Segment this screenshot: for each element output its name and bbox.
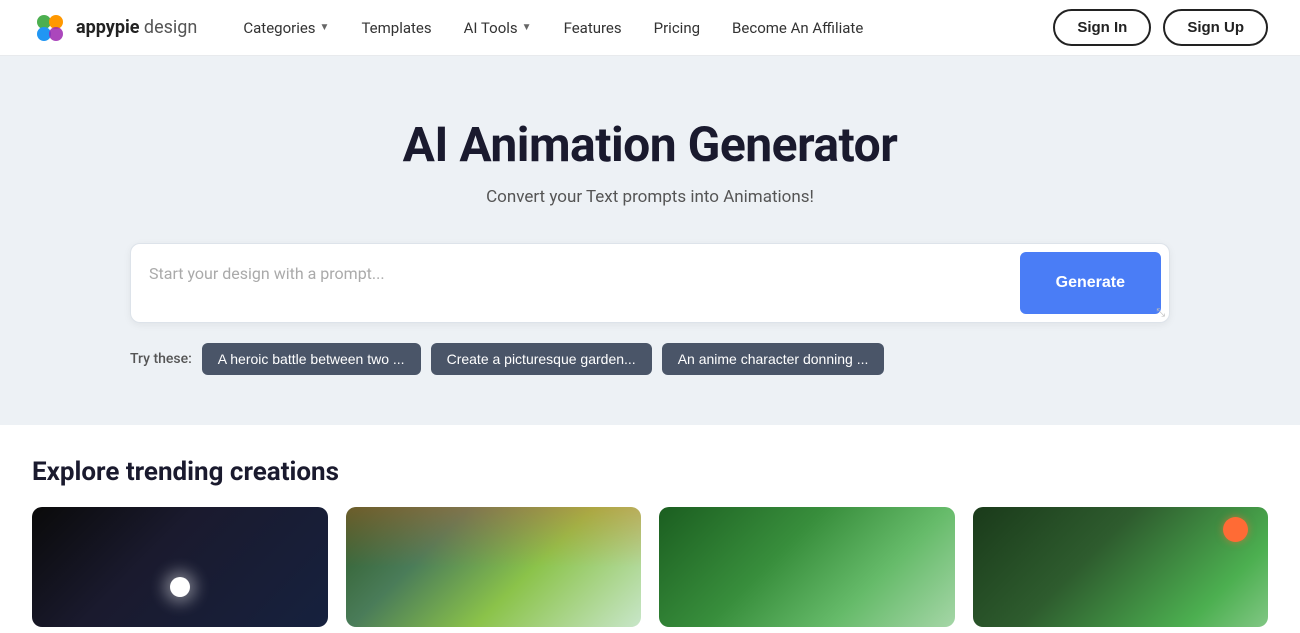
logo[interactable]: appypie design bbox=[32, 10, 197, 46]
navbar: appypie design Categories ▼ Templates AI… bbox=[0, 0, 1300, 56]
try-these-row: Try these: A heroic battle between two .… bbox=[130, 343, 1170, 375]
nav-item-affiliate[interactable]: Become An Affiliate bbox=[718, 11, 877, 45]
nav-label-pricing: Pricing bbox=[654, 19, 700, 37]
sign-in-button[interactable]: Sign In bbox=[1053, 9, 1151, 46]
prompt-box: Generate ⤡ bbox=[130, 243, 1170, 323]
sign-up-button[interactable]: Sign Up bbox=[1163, 9, 1268, 46]
nav-item-templates[interactable]: Templates bbox=[347, 11, 445, 45]
thumbnail-4[interactable] bbox=[973, 507, 1269, 627]
thumbnail-2[interactable] bbox=[346, 507, 642, 627]
nav-links: Categories ▼ Templates AI Tools ▼ Featur… bbox=[229, 11, 1045, 45]
try-chip-2[interactable]: Create a picturesque garden... bbox=[431, 343, 652, 375]
logo-text: appypie design bbox=[76, 17, 197, 38]
resize-handle: ⤡ bbox=[1156, 306, 1165, 320]
thumbnail-1[interactable] bbox=[32, 507, 328, 627]
nav-label-templates: Templates bbox=[361, 19, 431, 37]
try-label: Try these: bbox=[130, 351, 192, 367]
try-chip-3[interactable]: An anime character donning ... bbox=[662, 343, 885, 375]
prompt-input[interactable] bbox=[131, 244, 1020, 322]
logo-icon bbox=[32, 10, 68, 46]
nav-label-affiliate: Become An Affiliate bbox=[732, 19, 863, 37]
trending-title: Explore trending creations bbox=[32, 457, 1268, 487]
generate-button[interactable]: Generate bbox=[1020, 252, 1161, 314]
hero-subtitle: Convert your Text prompts into Animation… bbox=[486, 187, 814, 207]
nav-item-ai-tools[interactable]: AI Tools ▼ bbox=[450, 11, 546, 45]
nav-label-ai-tools: AI Tools bbox=[464, 19, 518, 37]
hero-section: AI Animation Generator Convert your Text… bbox=[0, 56, 1300, 425]
chevron-down-icon-2: ▼ bbox=[522, 22, 532, 33]
nav-item-pricing[interactable]: Pricing bbox=[640, 11, 714, 45]
nav-item-features[interactable]: Features bbox=[550, 11, 636, 45]
nav-actions: Sign In Sign Up bbox=[1053, 9, 1268, 46]
thumbnails-row bbox=[32, 507, 1268, 627]
thumbnail-3[interactable] bbox=[659, 507, 955, 627]
nav-label-categories: Categories bbox=[243, 19, 315, 37]
try-chip-1[interactable]: A heroic battle between two ... bbox=[202, 343, 421, 375]
trending-section: Explore trending creations bbox=[0, 425, 1300, 627]
chevron-down-icon: ▼ bbox=[320, 22, 330, 33]
nav-label-features: Features bbox=[564, 19, 622, 37]
nav-item-categories[interactable]: Categories ▼ bbox=[229, 11, 343, 45]
hero-title: AI Animation Generator bbox=[403, 116, 898, 173]
